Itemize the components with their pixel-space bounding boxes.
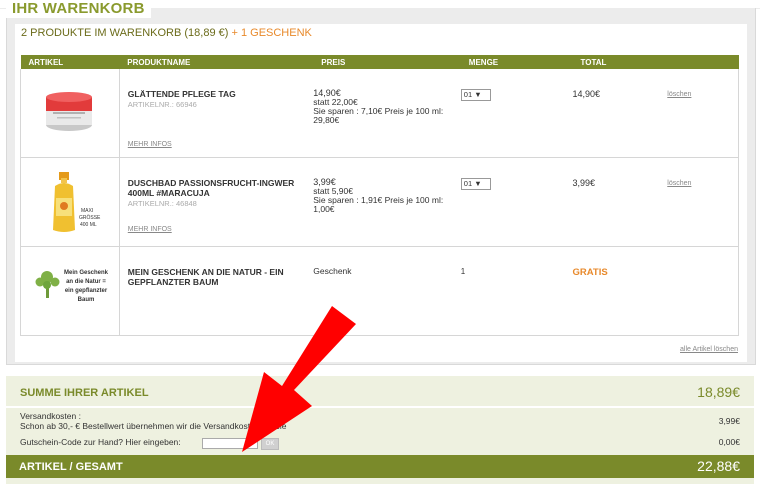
price-cell: 3,99€ statt 5,90€ Sie sparen : 1,91€ Pre… [313,157,461,247]
gift-qty: 1 [460,267,466,276]
page-title: IHR WARENKORB [6,0,151,18]
table-row: Mein Geschenk an die Natur = ein gepflan… [20,246,740,336]
cart-summary: 2 PRODUKTE IM WARENKORB (18,89 €) + 1 GE… [21,27,312,39]
svg-text:MAXI: MAXI [81,208,93,214]
col-produktname: PRODUKTNAME [119,55,314,69]
total-cell: 3,99€ [572,157,660,247]
grand-total-value: 22,88€ [697,458,740,474]
sum-label: SUMME IHRER ARTIKEL [20,387,149,399]
gift-price: Geschenk [313,266,352,276]
grand-total-label: ARTIKEL / GESAMT [19,461,123,473]
article-number: ARTIKELNR.: 66946 [127,100,197,109]
col-actions [659,55,739,69]
red-arrow-icon [242,306,356,452]
coupon-label: Gutschein-Code zur Hand? Hier eingeben: [20,437,181,447]
product-name[interactable]: GLÄTTENDE PFLEGE TAG [128,89,303,99]
gift-image-cell: Mein Geschenk an die Natur = ein gepflan… [20,246,120,336]
shower-gel-bottle-image[interactable]: MAXI GRÖSSE 400 ML [51,172,111,236]
line-total: 14,90€ [572,89,601,99]
qty-cell: 1 [460,246,573,336]
col-menge: MENGE [460,55,573,69]
product-name-cell: GLÄTTENDE PFLEGE TAG ARTIKELNR.: 66946 M… [119,69,314,158]
product-image-cell [20,69,120,158]
price-cell: 14,90€ statt 22,00€ Sie sparen : 7,10€ P… [313,69,461,158]
col-total: TOTAL [572,55,660,69]
total-cell: GRATIS [572,246,660,336]
sum-value: 18,89€ [697,384,740,400]
dropdown-arrow-icon: ▼ [474,179,482,188]
product-name-cell: DUSCHBAD PASSIONSFRUCHT-INGWER 400ML #MA… [119,157,314,247]
gift-image-caption: Mein Geschenk an die Natur = ein gepflan… [63,270,108,303]
col-artikel: ARTIKEL [20,55,120,69]
quantity-select[interactable]: 01 ▼ [460,178,491,190]
coupon-value: 0,00€ [718,437,740,447]
sum-row: SUMME IHRER ARTIKEL 18,89€ [6,376,754,408]
delete-link[interactable]: löschen [667,180,691,187]
table-header: ARTIKEL PRODUKTNAME PREIS MENGE TOTAL [20,55,739,69]
delete-cell: löschen [659,69,740,158]
product-image-cell: MAXI GRÖSSE 400 ML [20,157,120,247]
svg-text:400 ML: 400 ML [80,222,97,228]
cream-jar-image[interactable] [43,89,95,133]
more-info-link[interactable]: MEHR INFOS [128,141,172,148]
line-total: 3,99€ [572,178,596,188]
delete-cell [659,246,740,336]
qty-cell: 01 ▼ [460,157,573,247]
total-cell: 14,90€ [572,69,660,158]
totals-panel: SUMME IHRER ARTIKEL 18,89€ Versandkosten… [6,376,754,484]
gratis-label: GRATIS [572,267,608,278]
table-row: GLÄTTENDE PFLEGE TAG ARTIKELNR.: 66946 M… [20,69,740,158]
product-name[interactable]: DUSCHBAD PASSIONSFRUCHT-INGWER 400ML #MA… [128,178,303,198]
dropdown-arrow-icon: ▼ [474,90,482,99]
quantity-value: 01 [463,90,473,99]
gift-name: MEIN GESCHENK AN DIE NATUR - EIN GEPFLAN… [127,267,284,287]
price-block: 14,90€ statt 22,00€ Sie sparen : 7,10€ P… [313,89,453,125]
col-preis: PREIS [313,55,461,69]
shipping-value: 3,99€ [718,416,740,426]
grand-total-row: ARTIKEL / GESAMT 22,88€ [6,455,754,478]
price-savings: Sie sparen : 7,10€ Preis je 100 ml: 29,8… [313,106,444,125]
product-count: 2 PRODUKTE IM WARENKORB (18,89 €) [21,27,229,39]
gift-count: + 1 GESCHENK [231,27,312,39]
cart-table: ARTIKEL PRODUKTNAME PREIS MENGE TOTAL GL… [20,55,740,336]
quantity-select[interactable]: 01 ▼ [460,89,491,101]
tree-icon [35,271,60,298]
delete-link[interactable]: löschen [667,91,691,98]
delete-all-link[interactable]: alle Artikel löschen [680,346,738,353]
price-block: 3,99€ statt 5,90€ Sie sparen : 1,91€ Pre… [313,178,453,214]
qty-cell: 01 ▼ [460,69,573,158]
article-number: ARTIKELNR.: 46848 [127,199,197,208]
svg-text:GRÖSSE: GRÖSSE [79,214,101,221]
more-info-link[interactable]: MEHR INFOS [128,226,172,233]
table-row: MAXI GRÖSSE 400 ML DUSCHBAD PASSIONSFRUC… [20,157,740,247]
delete-cell: löschen [659,157,740,247]
quantity-value: 01 [463,179,473,188]
price-savings: Sie sparen : 1,91€ Preis je 100 ml: 1,00… [313,195,444,214]
